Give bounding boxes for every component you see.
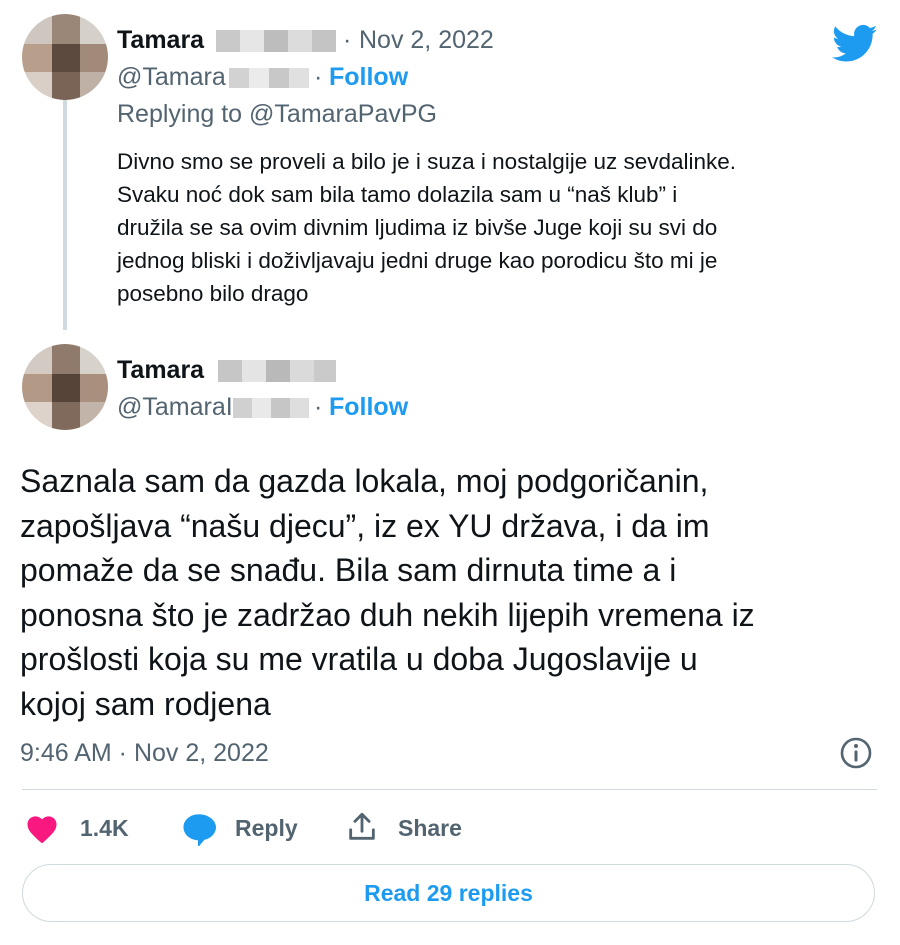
replying-to: Replying to @TamaraPavPG bbox=[117, 100, 437, 129]
tweet-text-line: Saznala sam da gazda lokala, moj podgori… bbox=[20, 463, 709, 499]
share-button[interactable]: Share bbox=[398, 815, 462, 842]
redacted-handle bbox=[233, 398, 309, 418]
thread-connector-line bbox=[63, 100, 67, 330]
speech-bubble-icon[interactable] bbox=[181, 812, 217, 847]
tweet-text-line: ponosna što je zadržao duh nekih lijepih… bbox=[20, 596, 755, 633]
twitter-bird-icon[interactable] bbox=[832, 24, 878, 64]
author-handle[interactable]: @TamaraI bbox=[117, 393, 233, 422]
tweet-date[interactable]: Nov 2, 2022 bbox=[359, 26, 494, 55]
divider bbox=[22, 789, 877, 790]
follow-button[interactable]: Follow bbox=[329, 393, 408, 422]
avatar[interactable] bbox=[22, 14, 108, 100]
avatar[interactable] bbox=[22, 344, 108, 430]
info-icon[interactable] bbox=[839, 736, 873, 770]
replying-to-prefix: Replying to bbox=[117, 100, 243, 128]
read-replies-label: Read 29 replies bbox=[364, 879, 533, 906]
separator-dot: · bbox=[314, 393, 323, 421]
tweet-text-line: družila se sa ovim divnim ljudima iz biv… bbox=[117, 215, 718, 240]
separator-dot: · bbox=[343, 26, 352, 54]
tweet-text-line: posebno bilo drago bbox=[117, 281, 309, 306]
replying-to-handle[interactable]: @TamaraPavPG bbox=[249, 100, 437, 128]
share-upload-icon[interactable] bbox=[345, 810, 379, 844]
main-tweet-text: Saznala sam da gazda lokala, moj podgori… bbox=[20, 459, 755, 726]
author-handle[interactable]: @Tamara bbox=[117, 63, 226, 92]
redacted-handle bbox=[229, 68, 309, 88]
tweet-timestamp[interactable]: 9:46 AM · Nov 2, 2022 bbox=[20, 739, 269, 768]
tweet-text-line: Svaku noć dok sam bila tamo dolazila sam… bbox=[117, 182, 678, 207]
reply-button[interactable]: Reply bbox=[235, 815, 298, 842]
like-count[interactable]: 1.4K bbox=[80, 815, 129, 842]
tweet-text-line: prošlosti koja su me vratila u doba Jugo… bbox=[20, 641, 698, 677]
tweet-text-line: pomaže da se snađu. Bila sam dirnuta tim… bbox=[20, 552, 677, 588]
tweet-text-line: zapošljava “našu djecu”, iz ex YU država… bbox=[20, 507, 710, 544]
author-name[interactable]: Tamara bbox=[117, 356, 204, 385]
tweet-text-line: Divno smo se proveli a bilo je i suza i … bbox=[117, 149, 737, 174]
heart-icon[interactable] bbox=[24, 812, 60, 844]
read-replies-button[interactable]: Read 29 replies bbox=[22, 864, 875, 922]
reply-tweet-text: Divno smo se proveli a bilo je i suza i … bbox=[117, 145, 736, 310]
redacted-surname bbox=[216, 30, 336, 52]
redacted-surname bbox=[218, 360, 336, 382]
follow-button[interactable]: Follow bbox=[329, 63, 408, 92]
tweet-text-line: kojoj sam rodjena bbox=[20, 685, 271, 722]
tweet-text-line: jednog bliski i doživljavaju jedni druge… bbox=[117, 248, 718, 273]
separator-dot: · bbox=[314, 63, 323, 91]
author-name[interactable]: Tamara bbox=[117, 26, 204, 55]
